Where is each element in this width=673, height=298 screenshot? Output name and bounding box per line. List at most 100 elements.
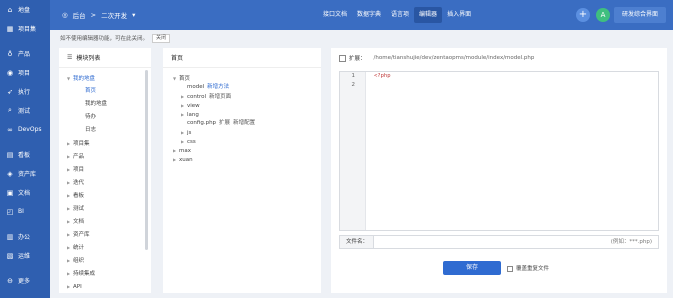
- sidebar-item[interactable]: ♁ 产品: [0, 44, 50, 63]
- file-tree-item[interactable]: config.php 扩展 新增配置: [173, 119, 321, 128]
- module-tree-item[interactable]: 日志: [59, 124, 151, 137]
- overwrite-checkbox[interactable]: [507, 265, 513, 272]
- module-tree-label: 我的地盘: [73, 76, 96, 82]
- module-tree-item[interactable]: ▶ 统计: [59, 241, 151, 254]
- module-tree-label: 产品: [73, 154, 85, 160]
- code-area[interactable]: <?php: [374, 72, 391, 90]
- sidebar-item-label: 项目集: [18, 26, 37, 33]
- code-line[interactable]: [374, 81, 391, 90]
- devops-icon: ∞: [7, 125, 13, 134]
- save-bar: 保存 覆盖重复文件: [443, 261, 549, 275]
- scrollbar[interactable]: [145, 70, 148, 250]
- save-button[interactable]: 保存: [443, 261, 501, 275]
- module-tree-item[interactable]: ▼ 我的地盘: [59, 72, 151, 85]
- top-bar: ◎ 后台 > 二次开发 ▾ 接口文档 数据字典 语言项 编辑器 插入界面 + A 研发综…: [50, 0, 673, 30]
- module-tree-item[interactable]: 我的地盘: [59, 98, 151, 111]
- file-tree-label: view: [187, 103, 200, 109]
- module-tree-label: 日志: [85, 127, 97, 133]
- sidebar-item-label: DevOps: [18, 126, 42, 133]
- module-tree-item[interactable]: ▶ 组织: [59, 254, 151, 267]
- module-tree-item[interactable]: ▶ 文档: [59, 215, 151, 228]
- top-nav: 接口文档 数据字典 语言项 编辑器 插入界面: [318, 0, 476, 30]
- file-tree-label: control: [187, 94, 207, 100]
- file-action-link[interactable]: 扩展: [219, 120, 230, 126]
- module-tree-label: 看板: [73, 193, 85, 199]
- file-tree-label: model: [187, 84, 205, 90]
- sidebar-item[interactable]: ◰ BI: [0, 202, 50, 221]
- sidebar-item[interactable]: ◉ 项目: [0, 63, 50, 82]
- extension-checkbox[interactable]: [339, 54, 346, 62]
- file-tree-label: js: [187, 130, 192, 136]
- sidebar-item[interactable]: ➶ 执行: [0, 82, 50, 101]
- sidebar-item[interactable]: ⌕ 测试: [0, 101, 50, 120]
- module-tree-item[interactable]: ▶ 产品: [59, 150, 151, 163]
- file-action-link[interactable]: 新增页面: [209, 94, 231, 100]
- sidebar-item[interactable]: ∞ DevOps: [0, 120, 50, 139]
- list-icon: ☰: [67, 54, 73, 61]
- sidebar-item[interactable]: ◈ 资产库: [0, 164, 50, 183]
- module-tree-label: 测试: [73, 206, 85, 212]
- file-tree-item[interactable]: ▶ css: [173, 137, 321, 146]
- module-tree-item[interactable]: 待办: [59, 111, 151, 124]
- project-set-icon: ▦: [6, 24, 14, 33]
- bi-icon: ◰: [6, 207, 14, 216]
- breadcrumb-back[interactable]: 后台: [73, 10, 86, 20]
- file-tree-item[interactable]: ▶ max: [173, 146, 321, 155]
- module-list-panel: ☰ 模块列表 ▼ 我的地盘 首页 我的地盘 待办 日志 ▶ 项目集 ▶ 产品 ▶ 项目 ▶ 迭代 ▶ 看板 ▶ 测…: [59, 48, 151, 293]
- module-tree-item[interactable]: ▶ API: [59, 280, 151, 293]
- plus-icon[interactable]: +: [576, 8, 590, 22]
- file-tree-item[interactable]: ▶ lang: [173, 110, 321, 119]
- sidebar-item[interactable]: ▦ 项目集: [0, 19, 50, 38]
- file-tree-label: css: [187, 139, 196, 145]
- nav-item[interactable]: 插入界面: [442, 7, 476, 23]
- sidebar-item[interactable]: ▧ 运维: [0, 246, 50, 265]
- chevron-down-icon[interactable]: ▾: [132, 11, 135, 19]
- sidebar-item-label: 办公: [18, 234, 31, 241]
- file-action-link[interactable]: 新增方法: [207, 84, 229, 90]
- close-button[interactable]: 关闭: [152, 33, 171, 43]
- module-tree-item[interactable]: ▶ 测试: [59, 202, 151, 215]
- sidebar-item[interactable]: ▥ 办公: [0, 227, 50, 246]
- module-tree-item[interactable]: ▶ 资产库: [59, 228, 151, 241]
- breadcrumb-current[interactable]: 二次开发: [101, 10, 127, 20]
- nav-item[interactable]: 接口文档: [318, 7, 352, 23]
- module-tree-item[interactable]: ▶ 看板: [59, 189, 151, 202]
- file-tree-item[interactable]: ▼ 首页: [173, 74, 321, 83]
- sidebar-item[interactable]: ▣ 文档: [0, 183, 50, 202]
- module-tree: ▼ 我的地盘 首页 我的地盘 待办 日志 ▶ 项目集 ▶ 产品 ▶ 项目 ▶ 迭代 ▶ 看板 ▶ 测试 ▶ 文档 ▶ 资产…: [59, 68, 151, 293]
- module-tree-item[interactable]: ▶ 项目集: [59, 137, 151, 150]
- line-number: 2: [351, 82, 356, 88]
- code-editor[interactable]: 12 <?php: [339, 71, 659, 231]
- file-path: /home/tianshujie/dev/zentaopms/module/in…: [373, 55, 535, 61]
- overwrite-option[interactable]: 覆盖重复文件: [507, 264, 549, 272]
- avatar[interactable]: A: [596, 8, 610, 22]
- file-tree-header: 首页: [163, 48, 321, 68]
- module-tree-item[interactable]: 首页: [59, 85, 151, 98]
- product-icon: ♁: [7, 49, 13, 58]
- module-tree-label: 我的地盘: [85, 101, 108, 107]
- code-line[interactable]: <?php: [374, 72, 391, 81]
- file-tree-item[interactable]: ▶ view: [173, 101, 321, 110]
- file-tree-item[interactable]: model 新增方法: [173, 83, 321, 92]
- sidebar-item[interactable]: ▤ 看板: [0, 145, 50, 164]
- filename-input[interactable]: [374, 236, 608, 248]
- sidebar-item-label: 运维: [18, 253, 31, 260]
- kanban-icon: ▤: [6, 150, 14, 159]
- back-icon[interactable]: ◎: [62, 11, 68, 19]
- ops-icon: ▧: [6, 251, 14, 260]
- sidebar-item[interactable]: ⌂ 地盘: [0, 0, 50, 19]
- dev-interface-button[interactable]: 研发综合界面: [614, 7, 666, 23]
- nav-item[interactable]: 语言项: [386, 7, 414, 23]
- module-list-title: 模块列表: [76, 55, 101, 62]
- module-tree-item[interactable]: ▶ 迭代: [59, 176, 151, 189]
- module-tree-item[interactable]: ▶ 项目: [59, 163, 151, 176]
- file-tree-item[interactable]: ▶ xuan: [173, 155, 321, 164]
- module-tree-item[interactable]: ▶ 持续集成: [59, 267, 151, 280]
- file-action-link[interactable]: 新增配置: [233, 120, 255, 126]
- sidebar-item[interactable]: ⊖ 更多: [0, 271, 50, 290]
- nav-item[interactable]: 编辑器: [414, 7, 443, 23]
- file-tree-item[interactable]: ▶ control 新增页面: [173, 92, 321, 101]
- nav-item[interactable]: 数据字典: [352, 7, 386, 23]
- file-tree-item[interactable]: ▶ js: [173, 128, 321, 137]
- module-tree-label: 迭代: [73, 180, 85, 186]
